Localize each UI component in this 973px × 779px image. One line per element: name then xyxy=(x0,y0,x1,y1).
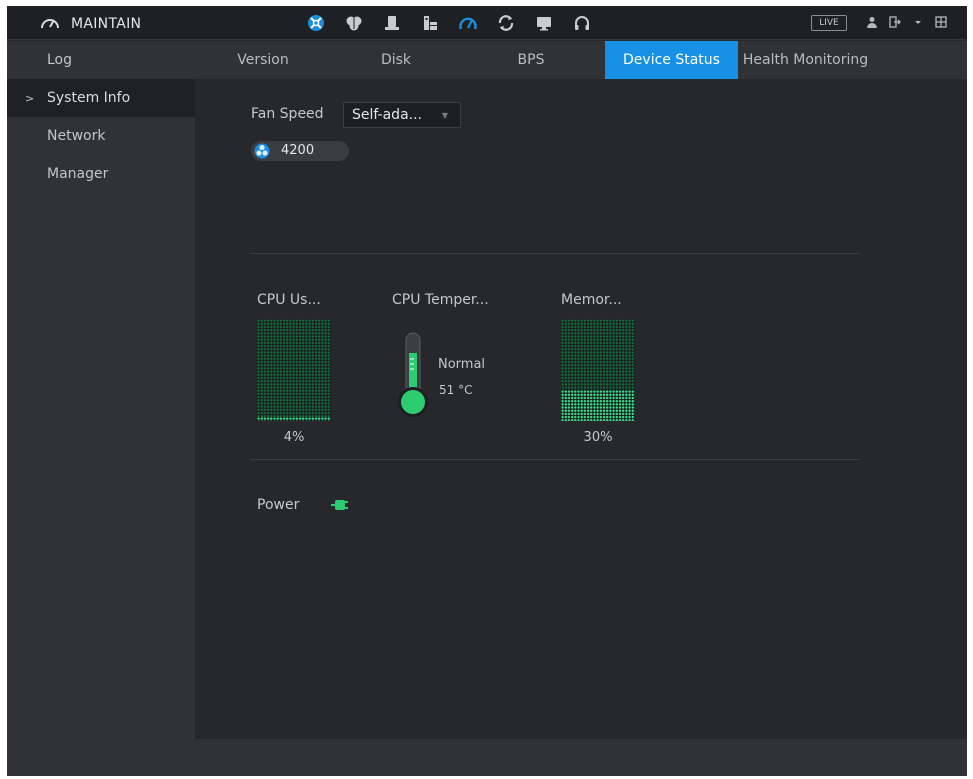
divider xyxy=(250,253,860,254)
fan-speed-value: Self-ada... xyxy=(352,107,422,123)
fan-speed-label: Fan Speed xyxy=(251,106,324,122)
cpu-usage-value: 4% xyxy=(283,430,305,445)
dropdown-arrow-icon[interactable] xyxy=(911,15,925,29)
top-bar: MAINTAIN LIVE xyxy=(7,6,967,40)
storage-icon[interactable] xyxy=(373,11,411,35)
fan-rpm-indicator: 4200 xyxy=(251,141,349,161)
app-title-text: MAINTAIN xyxy=(71,16,142,32)
cpu-temperature-label: CPU Temper... xyxy=(392,292,489,308)
sidebar-item-label: Network xyxy=(47,128,106,144)
audio-icon[interactable] xyxy=(563,11,601,35)
tab-bps[interactable]: BPS xyxy=(461,41,601,79)
sidebar-item-label: Manager xyxy=(47,166,109,182)
cpu-temperature-status: Normal xyxy=(438,357,486,372)
fan-speed-select[interactable]: Self-ada... ▼ xyxy=(343,102,461,128)
bottom-bar xyxy=(195,739,967,776)
logout-icon[interactable] xyxy=(888,15,902,29)
cpu-temperature-value: 51 °C xyxy=(439,383,473,397)
sidebar-item-label: Log xyxy=(47,52,73,68)
network-icon[interactable] xyxy=(297,11,335,35)
speedometer-icon xyxy=(39,14,61,34)
sidebar: Log > System Info Network Manager xyxy=(7,41,195,776)
live-button[interactable]: LIVE xyxy=(811,15,847,31)
cpu-usage-meter xyxy=(257,319,331,421)
cpu-usage-label: CPU Us... xyxy=(257,292,321,308)
tab-health-monitoring[interactable]: Health Monitoring xyxy=(738,41,873,79)
fan-rpm-value: 4200 xyxy=(281,143,315,158)
sidebar-item-system-info[interactable]: > System Info xyxy=(7,79,195,117)
brain-icon[interactable] xyxy=(335,11,373,35)
thermometer-icon xyxy=(393,331,433,423)
tab-disk[interactable]: Disk xyxy=(331,41,461,79)
fan-icon xyxy=(254,143,270,163)
power-label: Power xyxy=(257,497,300,513)
device-status-panel: Fan Speed Self-ada... ▼ 4200 CPU Us... 4… xyxy=(195,79,967,739)
memory-usage-value: 30% xyxy=(583,430,613,445)
memory-label: Memor... xyxy=(561,292,622,308)
sidebar-item-manager[interactable]: Manager xyxy=(7,155,195,193)
sidebar-item-network[interactable]: Network xyxy=(7,117,195,155)
backup-icon[interactable] xyxy=(487,11,525,35)
display-icon[interactable] xyxy=(525,11,563,35)
device-screen: MAINTAIN LIVE Log > System Info Network … xyxy=(7,6,967,776)
power-plug-icon xyxy=(329,495,349,519)
memory-usage-fill xyxy=(561,390,635,421)
app-title: MAINTAIN xyxy=(39,14,141,34)
maintain-icon[interactable] xyxy=(449,11,487,35)
tab-version[interactable]: Version xyxy=(195,41,331,79)
tab-bar: Version Disk BPS Device Status Health Mo… xyxy=(195,41,967,79)
user-icon[interactable] xyxy=(865,15,879,29)
divider xyxy=(250,459,860,460)
tab-device-status[interactable]: Device Status xyxy=(605,41,738,79)
chevron-right-icon: > xyxy=(25,91,35,105)
cpu-usage-fill xyxy=(257,416,331,421)
chevron-down-icon: ▼ xyxy=(441,111,448,120)
sidebar-item-log[interactable]: Log xyxy=(7,41,195,79)
grid-menu-icon[interactable] xyxy=(934,15,948,29)
memory-usage-meter xyxy=(561,319,635,421)
sidebar-item-label: System Info xyxy=(47,90,131,106)
account-icon[interactable] xyxy=(411,11,449,35)
